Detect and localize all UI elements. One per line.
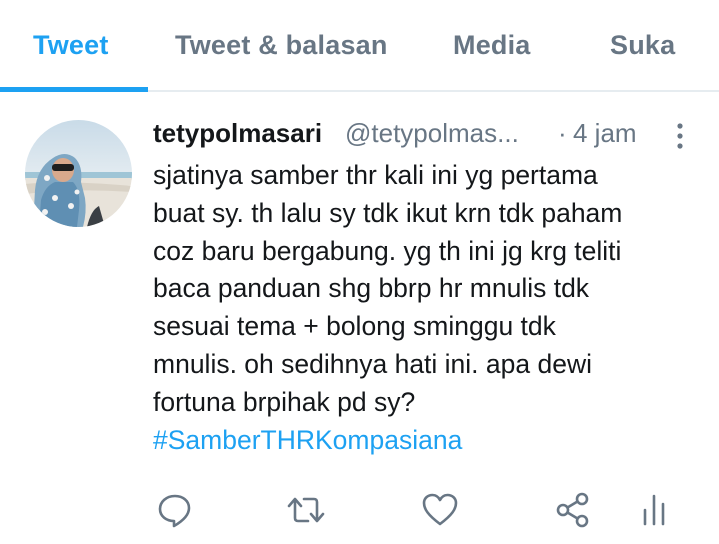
tweet-actions xyxy=(0,490,719,530)
tweet-text-line: fortuna brpihak pd sy? xyxy=(153,386,416,417)
profile-tabs: Tweet Tweet & balasan Media Suka xyxy=(0,0,719,92)
tab-tweet-and-replies[interactable]: Tweet & balasan xyxy=(175,30,388,61)
tweet-text-line: mnulis. oh sedihnya hati ini. apa dewi xyxy=(153,348,592,379)
tweet-header: tetypolmasari @tetypolmas... · 4 jam xyxy=(153,118,693,152)
tweet-text-line: sesuai tema + bolong sminggu tdk xyxy=(153,311,556,342)
dot-separator: · xyxy=(558,118,567,148)
tweet-body: sjatinya samber thr kali ini yg pertama … xyxy=(153,157,698,459)
analytics-button[interactable] xyxy=(634,490,674,530)
display-name[interactable]: tetypolmasari xyxy=(153,118,322,149)
reply-icon xyxy=(158,494,191,528)
avatar[interactable] xyxy=(25,120,132,227)
hashtag-link[interactable]: #SamberTHRKompasiana xyxy=(153,422,698,460)
like-icon xyxy=(422,493,458,526)
like-button[interactable] xyxy=(420,490,460,530)
tab-media[interactable]: Media xyxy=(453,30,531,61)
share-icon xyxy=(556,492,589,528)
reply-button[interactable] xyxy=(155,490,195,530)
active-tab-indicator xyxy=(0,87,148,92)
tweet-timestamp[interactable]: 4 jam xyxy=(573,118,637,149)
tweet-text-line: baca panduan shg bbrp hr mnulis tdk xyxy=(153,273,590,304)
analytics-icon xyxy=(643,494,665,526)
share-button[interactable] xyxy=(553,490,593,530)
tweet-text-line: buat sy. th lalu sy tdk ikut krn tdk pah… xyxy=(153,197,623,228)
user-handle[interactable]: @tetypolmas... xyxy=(345,118,519,149)
retweet-button[interactable] xyxy=(286,490,326,530)
more-options-icon[interactable] xyxy=(674,122,686,150)
avatar-photo xyxy=(25,120,132,227)
retweet-icon xyxy=(287,497,325,523)
tweet-text-line: sjatinya samber thr kali ini yg pertama xyxy=(153,160,598,190)
tab-likes[interactable]: Suka xyxy=(610,30,675,61)
tab-tweet[interactable]: Tweet xyxy=(33,30,109,61)
tweet-text-line: coz baru bergabung. yg th ini jg krg tel… xyxy=(153,235,622,266)
